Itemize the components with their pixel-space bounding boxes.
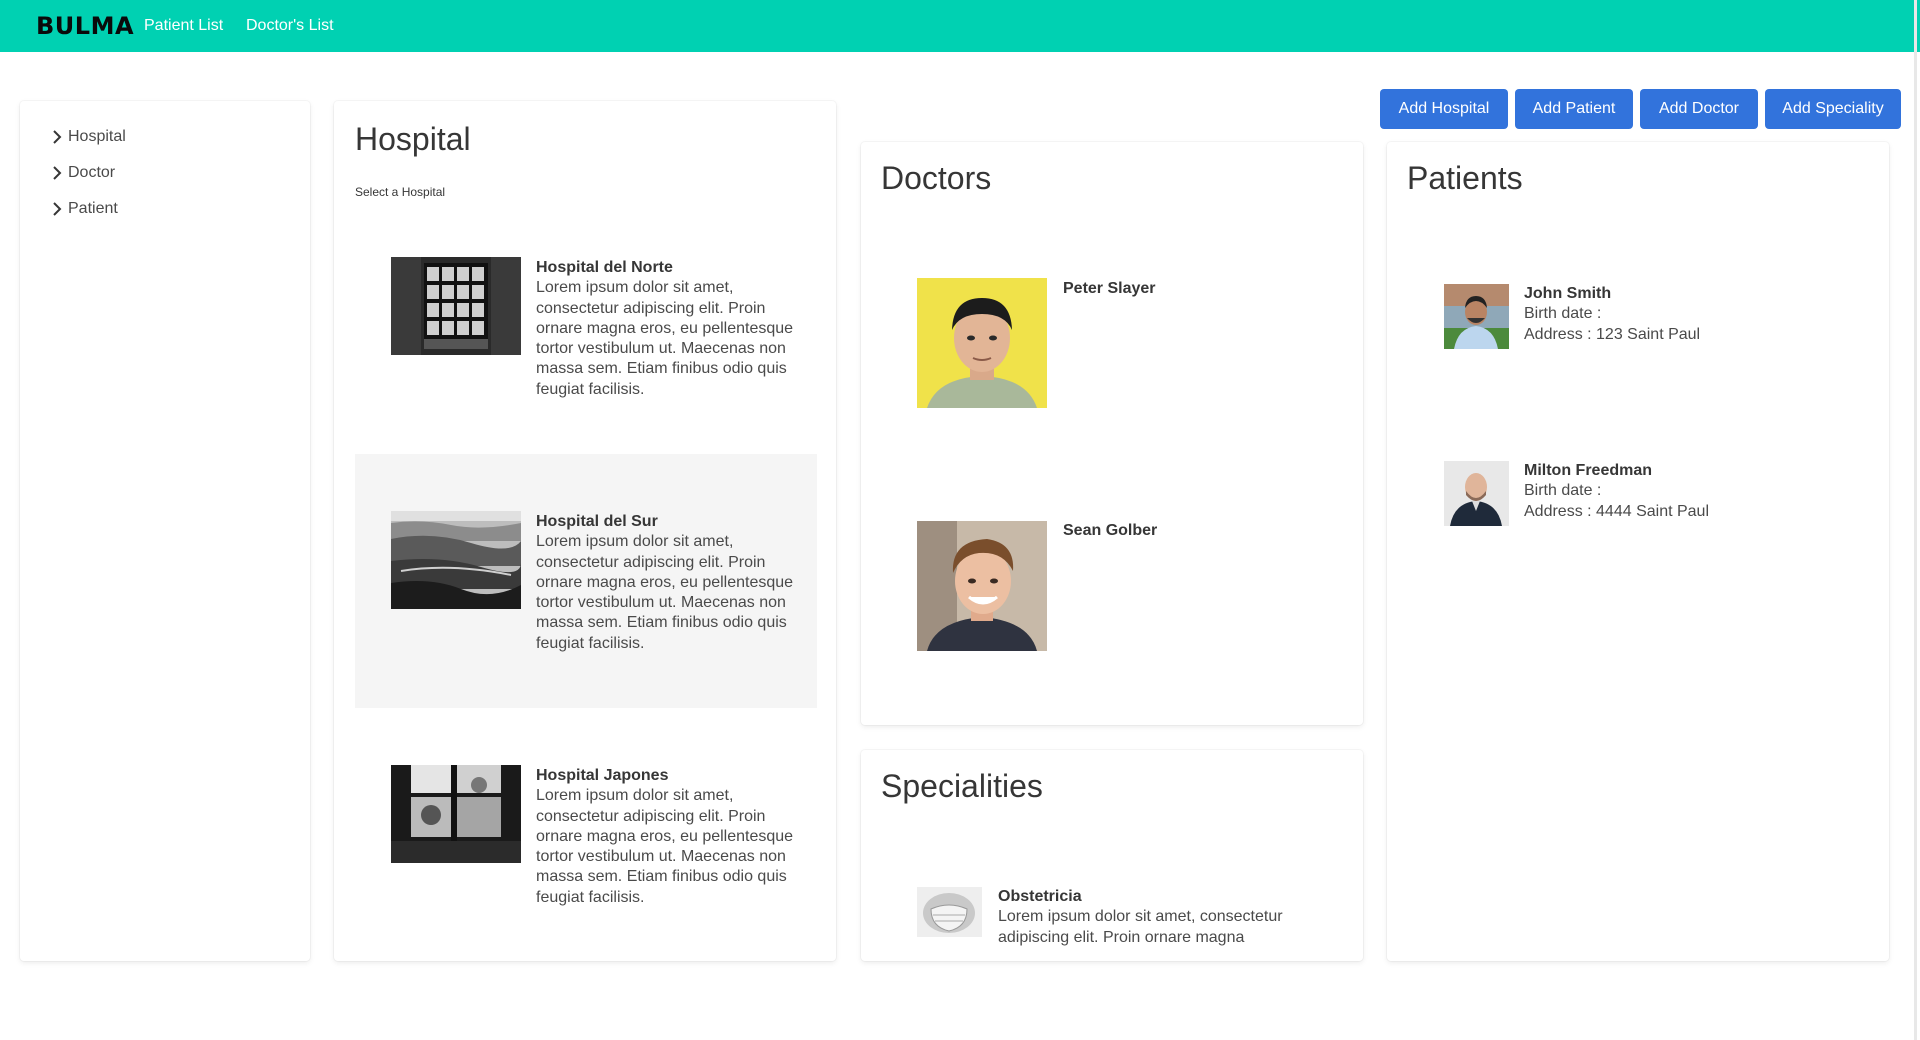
specialities-panel: Specialities Obstetricia Lorem ipsum dol… bbox=[861, 750, 1363, 961]
doctor-avatar[interactable] bbox=[917, 278, 1047, 408]
sidebar-item-doctor[interactable]: Doctor bbox=[50, 164, 115, 182]
hospital-text: Hospital Japones Lorem ipsum dolor sit a… bbox=[536, 766, 796, 908]
chevron-right-icon bbox=[53, 166, 62, 180]
add-doctor-button[interactable]: Add Doctor bbox=[1640, 89, 1758, 129]
patient-name: John Smith bbox=[1524, 285, 1612, 302]
doctor-name: Sean Golber bbox=[1063, 522, 1158, 539]
add-patient-button[interactable]: Add Patient bbox=[1515, 89, 1633, 129]
hospital-item-sur[interactable]: Hospital del Sur Lorem ipsum dolor sit a… bbox=[355, 454, 817, 708]
patient-name: Milton Freedman bbox=[1524, 462, 1653, 479]
hospital-name: Hospital del Sur bbox=[536, 513, 658, 530]
patient-address: Address : 4444 Saint Paul bbox=[1524, 502, 1710, 520]
patient-text: John Smith Birth date : Address : 123 Sa… bbox=[1524, 284, 1700, 345]
hospital-title: Hospital bbox=[355, 121, 471, 157]
hospital-image bbox=[391, 257, 521, 355]
brand-logo[interactable]: BULMA bbox=[36, 12, 134, 40]
patient-avatar[interactable] bbox=[1444, 284, 1509, 349]
speciality-image[interactable] bbox=[917, 887, 982, 937]
doctor-name: Peter Slayer bbox=[1063, 280, 1156, 297]
hospital-text: Hospital del Norte Lorem ipsum dolor sit… bbox=[536, 258, 796, 400]
chevron-right-icon bbox=[53, 202, 62, 216]
hospital-name: Hospital del Norte bbox=[536, 259, 673, 276]
speciality-name: Obstetricia bbox=[998, 888, 1082, 905]
hospital-description: Lorem ipsum dolor sit amet, consectetur … bbox=[536, 279, 794, 398]
page-scroll-edge bbox=[1914, 0, 1917, 1040]
hospital-description: Lorem ipsum dolor sit amet, consectetur … bbox=[536, 787, 794, 906]
hospital-panel: Hospital Select a Hospital Hospital del … bbox=[334, 101, 836, 961]
chevron-right-icon bbox=[53, 130, 62, 144]
patients-title: Patients bbox=[1407, 160, 1523, 196]
sidebar-item-hospital[interactable]: Hospital bbox=[50, 128, 126, 146]
sidebar-menu: Hospital Doctor Patient bbox=[20, 101, 310, 961]
speciality-text: Obstetricia Lorem ipsum dolor sit amet, … bbox=[998, 887, 1308, 948]
speciality-description: Lorem ipsum dolor sit amet, consectetur … bbox=[998, 908, 1283, 946]
patient-avatar[interactable] bbox=[1444, 461, 1509, 526]
hospital-subtitle: Select a Hospital bbox=[355, 185, 446, 199]
patient-address: Address : 123 Saint Paul bbox=[1524, 325, 1701, 343]
specialities-title: Specialities bbox=[881, 768, 1043, 804]
hospital-name: Hospital Japones bbox=[536, 767, 669, 784]
patient-text: Milton Freedman Birth date : Address : 4… bbox=[1524, 461, 1709, 522]
sidebar-item-label: Hospital bbox=[68, 128, 126, 145]
hospital-image bbox=[391, 511, 521, 609]
hospital-item-japones[interactable]: Hospital Japones Lorem ipsum dolor sit a… bbox=[355, 708, 817, 961]
doctors-panel: Doctors Peter Slayer Sean Golber bbox=[861, 142, 1363, 725]
patient-birth-date: Birth date : bbox=[1524, 305, 1602, 323]
add-hospital-button[interactable]: Add Hospital bbox=[1380, 89, 1508, 129]
patient-birth-date: Birth date : bbox=[1524, 482, 1602, 500]
add-speciality-button[interactable]: Add Speciality bbox=[1765, 89, 1901, 129]
sidebar-item-label: Doctor bbox=[68, 164, 116, 181]
nav-link-patient-list[interactable]: Patient List bbox=[144, 17, 223, 35]
patients-panel: Patients John Smith Birth date : Address… bbox=[1387, 142, 1889, 961]
nav-link-doctors-list[interactable]: Doctor's List bbox=[246, 17, 334, 35]
sidebar-item-label: Patient bbox=[68, 200, 118, 217]
doctor-avatar[interactable] bbox=[917, 521, 1047, 651]
hospital-text: Hospital del Sur Lorem ipsum dolor sit a… bbox=[536, 512, 796, 654]
sidebar-item-patient[interactable]: Patient bbox=[50, 200, 118, 218]
hospital-image bbox=[391, 765, 521, 863]
doctors-title: Doctors bbox=[881, 160, 992, 196]
hospital-description: Lorem ipsum dolor sit amet, consectetur … bbox=[536, 533, 794, 652]
top-navbar: BULMA Patient List Doctor's List bbox=[0, 0, 1920, 52]
